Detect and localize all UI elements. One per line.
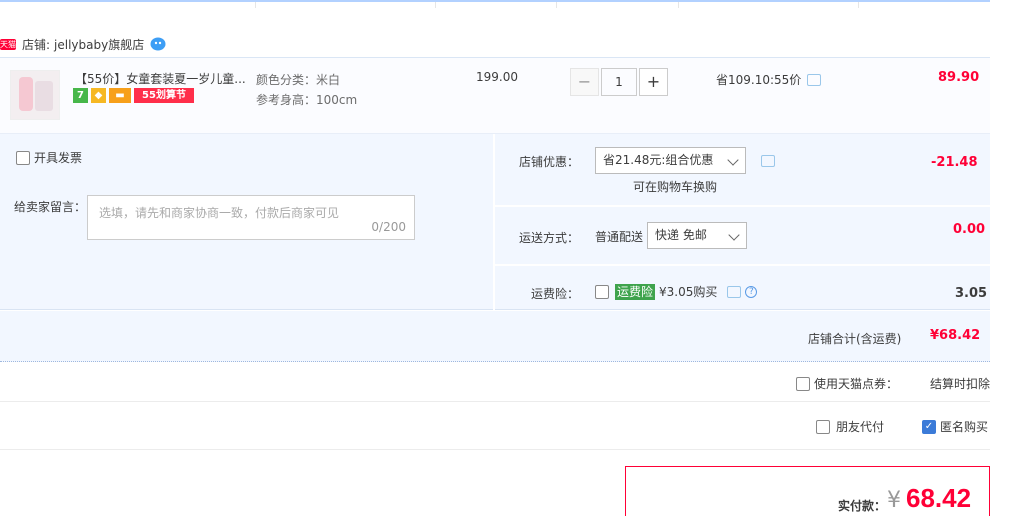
shipping-selected: 快递 免邮: [655, 228, 707, 242]
saved-amount: 省109.10:55价: [716, 71, 822, 88]
insurance-label: 运费险：: [531, 287, 580, 301]
sku-height: 参考身高：100cm: [256, 93, 358, 107]
chevron-down-icon: [728, 229, 740, 241]
shop-discount-note: 可在购物车换购: [633, 180, 718, 194]
tmall-coupon-option[interactable]: 使用天猫点券：: [796, 375, 898, 392]
divider: [435, 2, 436, 8]
shop-name-link[interactable]: jellybaby旗舰店: [54, 36, 144, 53]
tmall-coupon-note: 结算时扣除: [930, 377, 991, 391]
friend-pay-option[interactable]: 朋友代付: [816, 418, 884, 435]
guarantee-icon: ◆: [91, 88, 106, 103]
memo-char-count: 0/200: [371, 220, 406, 234]
promo-badge: 55划算节: [134, 88, 194, 103]
increase-quantity-button[interactable]: +: [639, 68, 668, 96]
divider: [495, 205, 990, 207]
shipping-type: 普通配送: [595, 230, 644, 244]
tmall-coupon-label: 使用天猫点券：: [814, 377, 899, 391]
insurance-value: 3.05: [955, 286, 988, 301]
divider: [0, 401, 990, 402]
anonymous-buy-label: 匿名购买: [940, 420, 989, 434]
payment-currency: ¥: [887, 488, 901, 513]
shipping-select[interactable]: 快递 免邮: [647, 222, 747, 249]
memo-label: 给卖家留言：: [14, 200, 87, 214]
help-question-icon[interactable]: ?: [745, 285, 758, 298]
divider: [495, 264, 990, 266]
shop-discount-selected: 省21.48元:组合优惠: [603, 153, 714, 167]
payment-amount: 68.42: [906, 483, 972, 513]
credit-card-icon: ▬: [109, 88, 131, 103]
shop-discount-select[interactable]: 省21.48元:组合优惠: [595, 147, 746, 174]
insurance-price: ¥3.05购买: [659, 285, 718, 299]
memo-placeholder: 选填，请先和商家协商一致，付款后商家可见: [99, 206, 340, 220]
chat-bubble-icon[interactable]: [150, 37, 166, 51]
friend-pay-checkbox[interactable]: [816, 419, 830, 434]
anonymous-buy-option[interactable]: ✓ 匿名购买: [922, 418, 988, 435]
divider: [858, 2, 859, 8]
quantity-stepper: − 1 +: [570, 68, 668, 96]
shop-total-label: 店铺合计(含运费): [808, 332, 902, 346]
product-title-link[interactable]: 【55价】女童套装夏一岁儿童...: [75, 70, 247, 87]
sku-color: 颜色分类：米白: [256, 73, 341, 87]
shipping-label: 运送方式：: [519, 231, 580, 245]
tmall-badge-icon: 天猫: [0, 38, 16, 50]
shop-row: 天猫 店铺: jellybaby旗舰店: [0, 32, 166, 56]
chevron-down-icon: [727, 154, 739, 166]
divider: [0, 449, 990, 450]
message-icon[interactable]: [761, 155, 775, 167]
payment-label: 实付款：: [838, 499, 887, 513]
divider: [255, 2, 256, 8]
invoice-option[interactable]: 开具发票: [16, 149, 82, 166]
insurance-tag: 运费险: [615, 283, 656, 300]
message-icon[interactable]: [727, 285, 742, 298]
insurance-checkbox[interactable]: [595, 284, 609, 299]
invoice-label: 开具发票: [34, 151, 83, 165]
header-strip: [0, 0, 990, 8]
divider: [493, 134, 495, 310]
decrease-quantity-button[interactable]: −: [570, 68, 599, 96]
shop-label: 店铺:: [22, 37, 51, 52]
message-icon[interactable]: [807, 73, 822, 86]
item-subtotal: 89.90: [938, 70, 980, 85]
friend-pay-label: 朋友代付: [836, 420, 885, 434]
saved-text: 省109.10:55价: [716, 73, 802, 87]
quantity-input[interactable]: 1: [601, 68, 637, 96]
service-badges: 7 ◆ ▬ 55划算节: [73, 88, 194, 103]
anonymous-buy-checkbox[interactable]: ✓: [922, 419, 936, 434]
tmall-coupon-checkbox[interactable]: [796, 376, 810, 391]
seller-memo-textarea[interactable]: 选填，请先和商家协商一致，付款后商家可见 0/200: [87, 195, 415, 240]
invoice-checkbox[interactable]: [16, 150, 30, 165]
original-price: 199.00: [476, 70, 518, 84]
product-thumbnail[interactable]: [10, 70, 60, 120]
shop-discount-label: 店铺优惠：: [519, 155, 580, 169]
divider: [556, 2, 557, 8]
shop-discount-value: -21.48: [931, 155, 978, 170]
divider: [678, 2, 679, 8]
insurance-option[interactable]: 运费险 ¥3.05购买 ?: [595, 283, 758, 300]
seven-day-return-icon: 7: [73, 88, 88, 103]
shop-total-value: ¥68.42: [930, 328, 981, 343]
shipping-value: 0.00: [953, 222, 986, 237]
